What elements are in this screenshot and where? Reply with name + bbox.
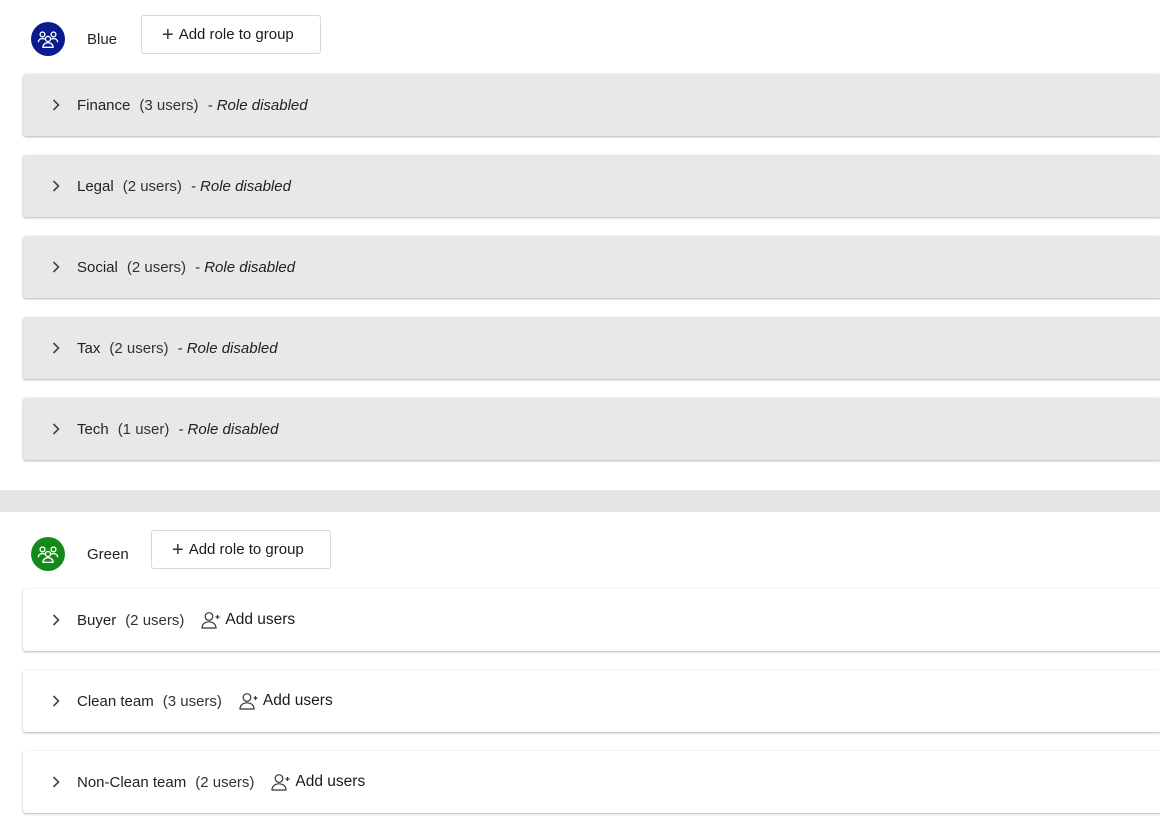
add-users-label: Add users: [225, 611, 296, 628]
role-status: - Role disabled: [190, 177, 291, 195]
add-role-label: Add role to group: [178, 26, 294, 43]
group-avatar: [31, 537, 65, 571]
chevron-right-icon: [51, 694, 61, 708]
add-user-icon: [201, 612, 220, 629]
role-row-social[interactable]: Social (2 users) - Role disabled: [23, 236, 1160, 298]
chevron-right-icon: [51, 98, 61, 112]
add-role-label: Add role to group: [188, 541, 304, 558]
add-user-icon: [239, 693, 258, 710]
group-header: Green: [31, 533, 129, 575]
plus-icon: +: [172, 538, 184, 561]
add-users-label: Add users: [295, 773, 366, 790]
add-users-button[interactable]: Add users: [271, 773, 365, 791]
group-name: Green: [87, 545, 129, 563]
chevron-right-icon: [51, 613, 61, 627]
chevron-right-icon: [51, 775, 61, 789]
role-user-count: (2 users): [125, 611, 185, 629]
add-users-label: Add users: [262, 692, 333, 709]
chevron-right-icon: [51, 260, 61, 274]
group-name: Blue: [87, 30, 118, 48]
role-row-tech[interactable]: Tech (1 user) - Role disabled: [23, 398, 1160, 460]
role-user-count: (2 users): [195, 773, 255, 791]
role-status: - Role disabled: [207, 96, 308, 114]
role-name: Tech: [77, 420, 109, 438]
add-role-to-group-button[interactable]: + Add role to group: [141, 15, 321, 54]
group-icon: [37, 546, 59, 563]
role-user-count: (2 users): [109, 339, 169, 357]
add-users-button[interactable]: Add users: [201, 611, 295, 629]
role-name: Legal: [77, 177, 114, 195]
role-user-count: (3 users): [162, 692, 222, 710]
role-row-buyer[interactable]: Buyer (2 users) Add users: [23, 589, 1160, 651]
role-name: Buyer: [77, 611, 117, 629]
group-header: Blue: [31, 18, 117, 60]
group-avatar: [31, 22, 65, 56]
add-user-icon: [271, 774, 290, 791]
chevron-right-icon: [51, 422, 61, 436]
group-icon: [37, 31, 59, 48]
role-name: Tax: [77, 339, 101, 357]
add-role-to-group-button[interactable]: + Add role to group: [151, 530, 331, 569]
role-name: Finance: [77, 96, 131, 114]
chevron-right-icon: [51, 179, 61, 193]
add-users-button[interactable]: Add users: [239, 692, 333, 710]
role-row-non-clean-team[interactable]: Non-Clean team (2 users) Add users: [23, 751, 1160, 813]
group-card-green: Green + Add role to group Buyer (2 users…: [0, 512, 1160, 840]
plus-icon: +: [162, 23, 174, 46]
role-user-count: (2 users): [122, 177, 182, 195]
role-status: - Role disabled: [178, 420, 279, 438]
role-row-clean-team[interactable]: Clean team (3 users) Add users: [23, 670, 1160, 732]
role-row-legal[interactable]: Legal (2 users) - Role disabled: [23, 155, 1160, 217]
role-status: - Role disabled: [177, 339, 278, 357]
role-name: Clean team: [77, 692, 154, 710]
role-status: - Role disabled: [195, 258, 296, 276]
role-row-tax[interactable]: Tax (2 users) - Role disabled: [23, 317, 1160, 379]
group-card-blue: Blue + Add role to group Finance (3 user…: [0, 0, 1160, 490]
role-row-finance[interactable]: Finance (3 users) - Role disabled: [23, 74, 1160, 136]
role-name: Social: [77, 258, 118, 276]
role-name: Non-Clean team: [77, 773, 187, 791]
role-user-count: (2 users): [126, 258, 187, 276]
role-user-count: (1 user): [117, 420, 170, 438]
role-user-count: (3 users): [139, 96, 199, 114]
chevron-right-icon: [51, 341, 61, 355]
